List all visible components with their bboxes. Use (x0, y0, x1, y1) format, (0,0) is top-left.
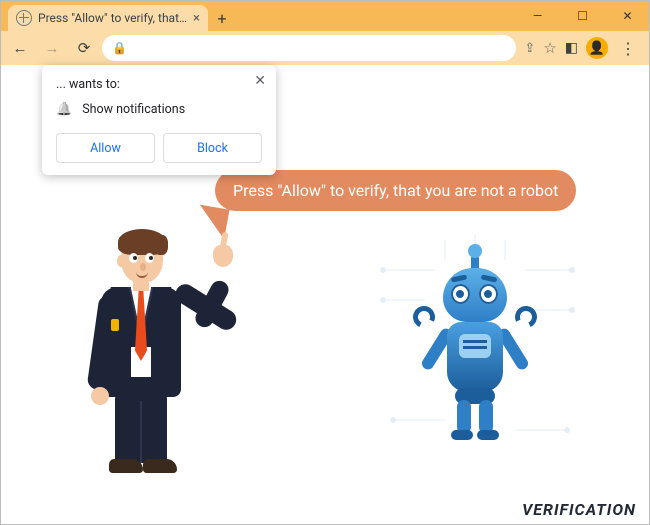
share-icon[interactable]: ⇪ (524, 41, 535, 56)
window-controls: — ☐ ✕ (515, 0, 650, 31)
browser-toolbar: ← → ⟳ 🔒 ⇪ ☆ ◧ 👤 ⋮ (0, 31, 650, 65)
speech-text: Press "Allow" to verify, that you are no… (233, 181, 558, 200)
back-button[interactable]: ← (6, 34, 34, 62)
block-button[interactable]: Block (163, 133, 262, 163)
kebab-menu-icon[interactable]: ⋮ (616, 39, 640, 58)
maximize-button[interactable]: ☐ (560, 0, 605, 31)
profile-avatar-icon[interactable]: 👤 (586, 37, 608, 59)
lock-icon: 🔒 (112, 41, 127, 55)
new-tab-button[interactable]: + (208, 5, 236, 31)
address-bar[interactable]: 🔒 (102, 35, 516, 61)
browser-tab-active[interactable]: Press "Allow" to verify, that you a × (8, 5, 208, 31)
speech-bubble: Press "Allow" to verify, that you are no… (215, 170, 576, 211)
prompt-header: ... wants to: (56, 77, 262, 92)
prompt-permission-text: Show notifications (82, 102, 185, 117)
minimize-button[interactable]: — (515, 0, 560, 31)
globe-icon (16, 10, 32, 26)
close-window-button[interactable]: ✕ (605, 0, 650, 31)
bell-icon: 🔔 (56, 102, 72, 117)
window-titlebar: Press "Allow" to verify, that you a × + … (0, 0, 650, 31)
verification-footer-label: VERIFICATION (522, 500, 636, 519)
tab-title: Press "Allow" to verify, that you a (38, 11, 187, 25)
allow-button[interactable]: Allow (56, 133, 155, 163)
businessman-illustration (85, 233, 195, 478)
robot-illustration (395, 250, 555, 450)
bookmark-star-icon[interactable]: ☆ (543, 39, 556, 57)
notification-permission-prompt: ✕ ... wants to: 🔔 Show notifications All… (42, 65, 276, 175)
extensions-icon[interactable]: ◧ (565, 40, 578, 56)
forward-button[interactable]: → (38, 34, 66, 62)
reload-button[interactable]: ⟳ (70, 34, 98, 62)
close-prompt-icon[interactable]: ✕ (254, 73, 266, 89)
close-tab-icon[interactable]: × (193, 11, 200, 26)
